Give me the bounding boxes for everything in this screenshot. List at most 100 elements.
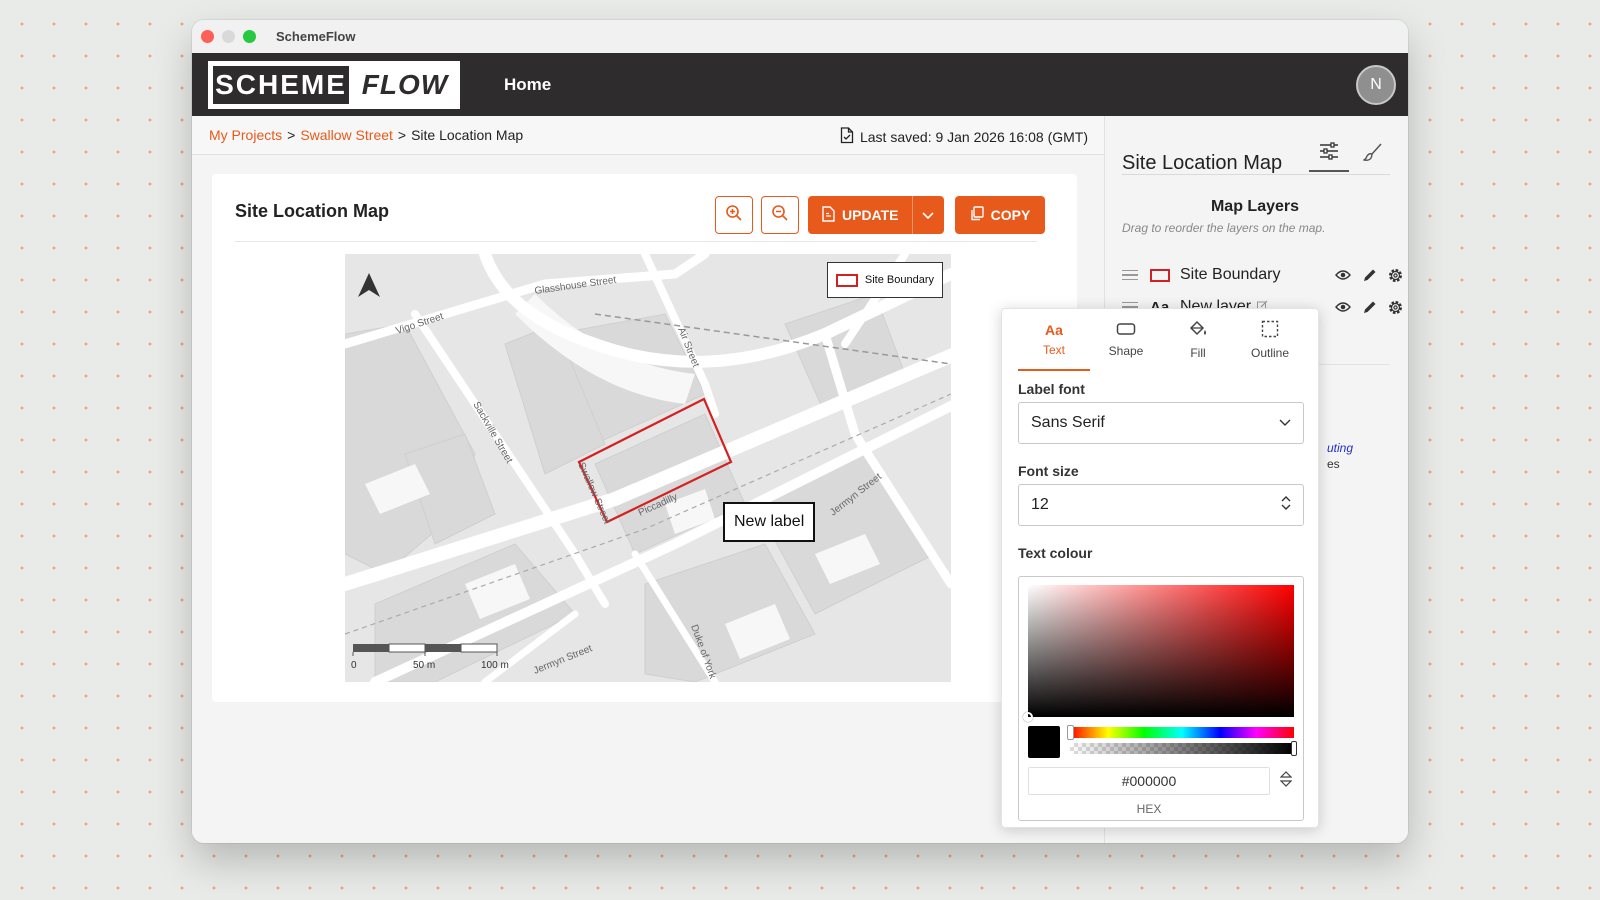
maximize-window-button[interactable] xyxy=(243,30,256,43)
close-window-button[interactable] xyxy=(201,30,214,43)
last-saved-status: Last saved: 9 Jan 2026 16:08 (GMT) xyxy=(840,127,1088,147)
minimize-window-button[interactable] xyxy=(222,30,235,43)
visibility-eye-icon[interactable] xyxy=(1334,266,1352,284)
logo-scheme-text: SCHEME xyxy=(210,62,352,107)
logo-flow-text: FLOW xyxy=(361,68,449,100)
zoom-out-button[interactable] xyxy=(761,196,799,234)
tab-outline[interactable]: Outline xyxy=(1234,309,1306,371)
colour-picker: #000000 HEX xyxy=(1018,576,1304,821)
update-main[interactable]: UPDATE xyxy=(808,205,912,225)
chevron-down-icon xyxy=(921,207,934,223)
dashed-square-icon xyxy=(1261,320,1279,341)
saturation-value-area[interactable] xyxy=(1023,585,1294,722)
schemeflow-logo[interactable]: SCHEME FLOW xyxy=(208,60,460,109)
legend-label: Site Boundary xyxy=(864,274,934,286)
map-card: Site Location Map UPDATE COPY Glasshouse… xyxy=(212,174,1077,702)
copy-icon xyxy=(970,206,984,224)
zoom-out-icon xyxy=(771,204,789,227)
hex-input[interactable]: #000000 xyxy=(1028,767,1270,795)
breadcrumb-current: Site Location Map xyxy=(411,127,524,143)
breadcrumb-swallow-street[interactable]: Swallow Street xyxy=(300,127,393,143)
scale-label: 0 xyxy=(351,660,357,671)
obscured-text: es xyxy=(1327,457,1340,471)
layer-actions xyxy=(1334,266,1404,284)
sliders-icon xyxy=(1319,141,1339,165)
rect-outline-icon xyxy=(1150,268,1170,282)
current-colour-swatch xyxy=(1028,726,1060,758)
tab-text[interactable]: Aa Text xyxy=(1018,309,1090,371)
layer-actions xyxy=(1334,298,1404,316)
tab-shape-label: Shape xyxy=(1108,344,1144,358)
map-legend: Site Boundary xyxy=(826,262,943,298)
font-size-value: 12 xyxy=(1031,496,1049,513)
gear-icon[interactable] xyxy=(1386,298,1404,316)
saturation-handle[interactable] xyxy=(1023,712,1033,722)
text-colour-label: Text colour xyxy=(1018,545,1093,561)
copy-label: COPY xyxy=(990,207,1031,223)
tab-outline-label: Outline xyxy=(1250,346,1290,360)
colour-format-toggle[interactable] xyxy=(1277,770,1295,792)
map-layers-hint: Drag to reorder the layers on the map. xyxy=(1122,221,1326,235)
gear-icon[interactable] xyxy=(1386,266,1404,284)
map-card-title: Site Location Map xyxy=(235,201,390,221)
map-canvas[interactable]: Glasshouse Street Vigo Street Air Street… xyxy=(345,254,951,682)
scale-label: 50 m xyxy=(413,660,435,671)
text-aa-icon: Aa xyxy=(1045,321,1063,338)
tab-settings[interactable] xyxy=(1309,136,1349,172)
top-navigation: SCHEME FLOW Home N xyxy=(192,53,1408,116)
font-size-stepper[interactable]: 12 xyxy=(1018,484,1304,526)
last-saved-text: Last saved: 9 Jan 2026 16:08 (GMT) xyxy=(859,129,1088,145)
label-font-value: Sans Serif xyxy=(1031,414,1105,431)
zoom-in-button[interactable] xyxy=(715,196,753,234)
paintbrush-icon xyxy=(1361,142,1383,167)
tab-fill-label: Fill xyxy=(1190,346,1206,360)
update-button[interactable]: UPDATE xyxy=(808,196,944,234)
document-saved-icon xyxy=(840,127,854,147)
title-bar: SchemeFlow xyxy=(192,20,1408,53)
update-dropdown-toggle[interactable] xyxy=(912,196,942,234)
copy-button[interactable]: COPY xyxy=(955,196,1045,234)
edit-pencil-icon[interactable] xyxy=(1360,266,1378,284)
hue-handle[interactable] xyxy=(1067,725,1074,740)
zoom-in-icon xyxy=(725,204,743,227)
tab-style[interactable] xyxy=(1353,136,1393,172)
sidebar-title: Site Location Map xyxy=(1122,152,1283,174)
up-down-arrows-icon xyxy=(1279,770,1293,792)
user-avatar[interactable]: N xyxy=(1356,65,1396,105)
tab-text-label: Text xyxy=(1042,342,1065,357)
chevron-down-icon xyxy=(1279,414,1291,432)
edit-pencil-icon[interactable] xyxy=(1360,298,1378,316)
hex-caption: HEX xyxy=(1136,802,1162,816)
breadcrumb: My Projects > Swallow Street > Site Loca… xyxy=(192,116,1104,155)
obscured-link-text[interactable]: uting xyxy=(1327,440,1353,456)
visibility-eye-icon[interactable] xyxy=(1334,298,1352,316)
tab-fill[interactable]: Fill xyxy=(1162,309,1234,371)
stepper-arrows-icon[interactable] xyxy=(1281,495,1291,516)
nav-home-link[interactable]: Home xyxy=(504,75,551,95)
alpha-handle[interactable] xyxy=(1291,741,1297,756)
label-font-label: Label font xyxy=(1018,381,1085,397)
map-text-label[interactable]: New label xyxy=(723,502,816,542)
scale-label: 100 m xyxy=(481,660,509,671)
sidebar-divider xyxy=(1122,174,1390,175)
drag-handle-icon[interactable] xyxy=(1122,269,1138,281)
hue-slider[interactable] xyxy=(1067,725,1294,740)
breadcrumb-my-projects[interactable]: My Projects xyxy=(209,127,282,143)
window-controls xyxy=(201,30,256,43)
map-layers-title: Map Layers xyxy=(1210,198,1300,215)
paint-bucket-icon xyxy=(1188,320,1208,341)
breadcrumb-separator: > xyxy=(397,127,407,143)
main-content: My Projects > Swallow Street > Site Loca… xyxy=(192,116,1104,843)
site-map[interactable]: Glasshouse Street Vigo Street Air Street… xyxy=(345,254,951,682)
rounded-rect-icon xyxy=(1116,322,1136,339)
layer-name: Site Boundary xyxy=(1180,266,1281,283)
font-size-label: Font size xyxy=(1018,463,1079,479)
label-font-select[interactable]: Sans Serif xyxy=(1018,402,1304,444)
layer-row-site-boundary[interactable]: Site Boundary xyxy=(1122,262,1404,288)
tab-shape[interactable]: Shape xyxy=(1090,309,1162,371)
window-title: SchemeFlow xyxy=(276,29,356,44)
obscured-sidebar-text: uting es xyxy=(1327,440,1353,472)
alpha-slider[interactable] xyxy=(1070,741,1297,756)
breadcrumb-separator: > xyxy=(287,127,296,143)
text-style-popover: Aa Text Shape Fill Outline Label font Sa… xyxy=(1001,308,1319,828)
